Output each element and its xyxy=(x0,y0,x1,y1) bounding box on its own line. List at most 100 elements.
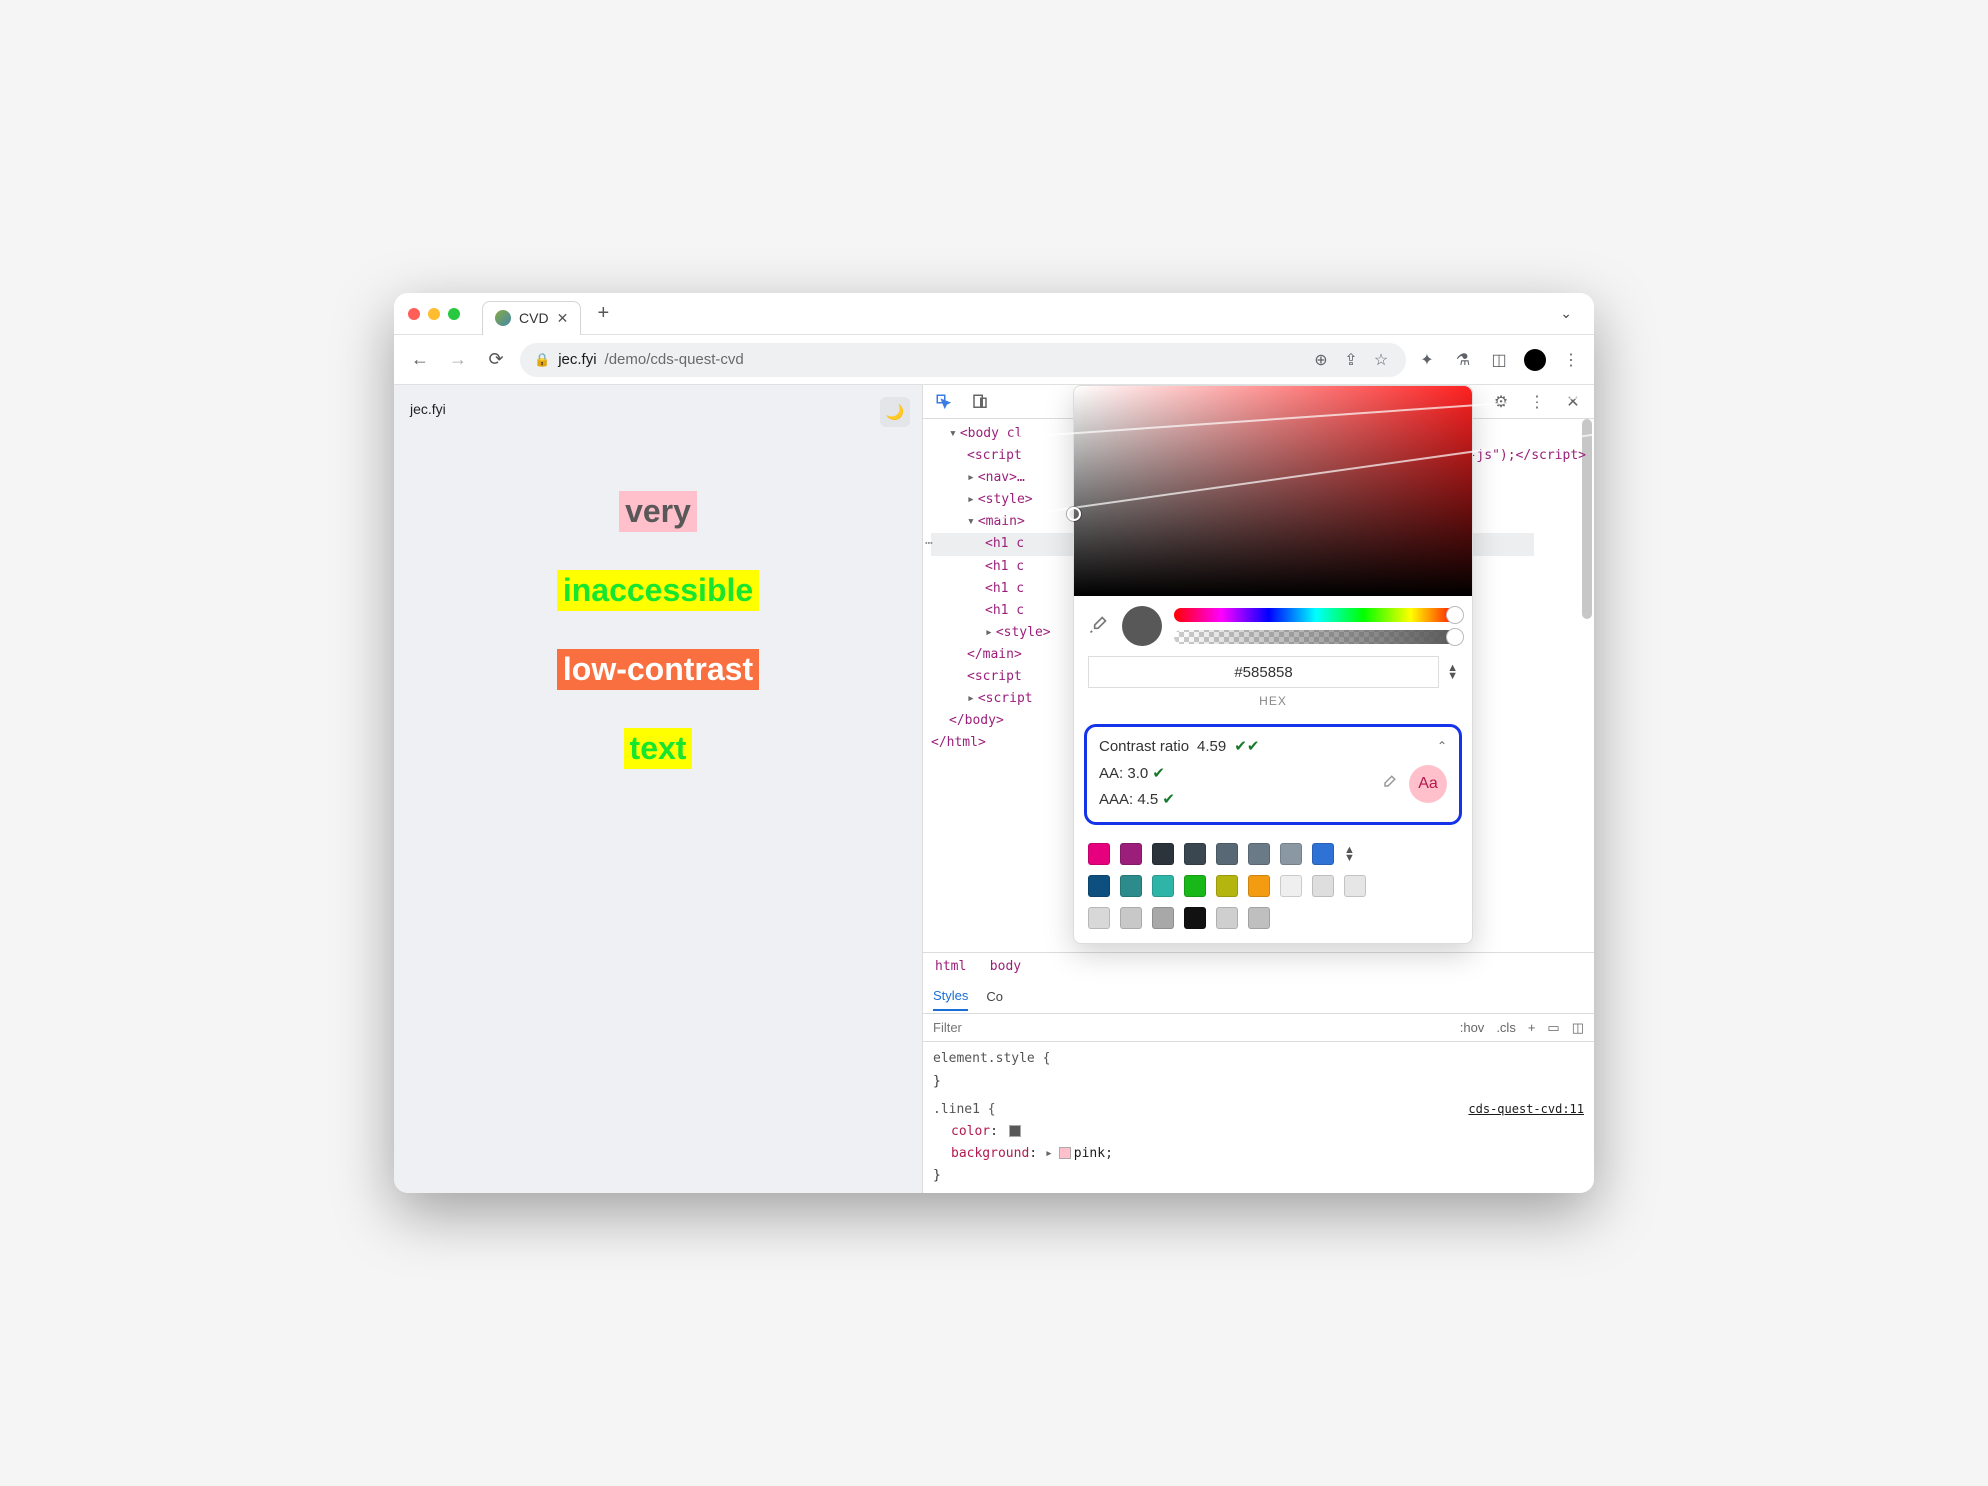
aaa-label: AAA: xyxy=(1099,791,1133,808)
palette-swatch[interactable] xyxy=(1120,843,1142,865)
contrast-section: Contrast ratio 4.59 ✔✔ ⌃ AA: 3.0 ✔ AAA: xyxy=(1084,724,1462,825)
reload-button[interactable]: ⟳ xyxy=(482,346,510,374)
bookmark-icon[interactable]: ☆ xyxy=(1370,349,1392,371)
palette-swatch[interactable] xyxy=(1152,875,1174,897)
color-cursor[interactable] xyxy=(1067,507,1081,521)
breadcrumb[interactable]: html body xyxy=(923,952,1594,980)
page-content: very inaccessible low-contrast text xyxy=(406,491,910,769)
palette-swatch[interactable] xyxy=(1248,875,1270,897)
el-h1-2[interactable]: <h1 c xyxy=(985,559,1024,574)
el-nav[interactable]: <nav>… xyxy=(978,470,1025,485)
close-devtools-icon[interactable]: ✕ xyxy=(1562,391,1584,413)
format-stepper-icon[interactable]: ▲▼ xyxy=(1447,664,1458,680)
palette-swatch[interactable] xyxy=(1216,843,1238,865)
share-icon[interactable]: ⇪ xyxy=(1340,349,1362,371)
alpha-knob[interactable] xyxy=(1446,628,1464,646)
address-bar[interactable]: 🔒 jec.fyi/demo/cds-quest-cvd ⊕ ⇪ ☆ xyxy=(520,343,1406,377)
hex-label: HEX xyxy=(1074,694,1472,716)
el-style2[interactable]: <style> xyxy=(996,625,1051,640)
bg-swatch-icon[interactable] xyxy=(1059,1147,1071,1159)
back-button[interactable]: ← xyxy=(406,346,434,374)
palette-swatch[interactable] xyxy=(1152,843,1174,865)
palette-swatch[interactable] xyxy=(1184,843,1206,865)
close-tab-icon[interactable]: ✕ xyxy=(557,310,569,327)
el-style[interactable]: <style> xyxy=(978,492,1033,507)
crumb-body[interactable]: body xyxy=(990,959,1021,974)
new-tab-button[interactable]: + xyxy=(589,300,617,328)
el-script2[interactable]: <script xyxy=(967,669,1022,684)
palette-swatch[interactable] xyxy=(1216,875,1238,897)
palette-swatch[interactable] xyxy=(1120,907,1142,929)
palette-swatch[interactable] xyxy=(1312,843,1334,865)
tabs-overflow-icon[interactable]: ⌄ xyxy=(1552,305,1580,322)
browser-tab[interactable]: CVD ✕ xyxy=(482,301,581,335)
color-field[interactable] xyxy=(1074,386,1472,596)
minimize-window-button[interactable] xyxy=(428,308,440,320)
palette-swatch[interactable] xyxy=(1280,843,1302,865)
hue-knob[interactable] xyxy=(1446,606,1464,624)
palette-stepper-icon[interactable]: ▲▼ xyxy=(1344,846,1458,862)
el-script3[interactable]: <script xyxy=(978,691,1033,706)
palette-swatch[interactable] xyxy=(1344,875,1366,897)
device-toolbar-icon[interactable] xyxy=(969,391,991,413)
panel-icon[interactable]: ◫ xyxy=(1488,349,1510,371)
el-h1-4[interactable]: <h1 c xyxy=(985,603,1024,618)
palette-swatch[interactable] xyxy=(1248,843,1270,865)
titlebar: CVD ✕ + ⌄ xyxy=(394,293,1594,335)
labs-icon[interactable]: ⚗ xyxy=(1452,349,1474,371)
palette-swatch[interactable] xyxy=(1088,875,1110,897)
palette-swatch[interactable] xyxy=(1216,907,1238,929)
css-rules-panel[interactable]: element.style { } cds-quest-cvd:11 .line… xyxy=(923,1042,1594,1193)
contrast-label: Contrast ratio xyxy=(1099,738,1189,755)
bg-eyedropper-icon[interactable] xyxy=(1379,774,1399,794)
hex-input[interactable]: #585858 xyxy=(1088,656,1439,688)
zoom-icon[interactable]: ⊕ xyxy=(1310,349,1332,371)
demo-line3: low-contrast xyxy=(557,649,759,690)
crumb-html[interactable]: html xyxy=(935,959,966,974)
tab-computed[interactable]: Co xyxy=(986,983,1003,1010)
el-body-close[interactable]: </body> xyxy=(949,713,1004,728)
maximize-window-button[interactable] xyxy=(448,308,460,320)
prop-color[interactable]: color xyxy=(951,1124,990,1139)
collapse-contrast-icon[interactable]: ⌃ xyxy=(1437,739,1447,753)
el-main-close[interactable]: </main> xyxy=(967,647,1022,662)
close-window-button[interactable] xyxy=(408,308,420,320)
alpha-slider[interactable] xyxy=(1174,630,1458,644)
theme-toggle-button[interactable]: 🌙 xyxy=(880,397,910,427)
el-html-close[interactable]: </html> xyxy=(931,735,986,750)
source-link[interactable]: cds-quest-cvd:11 xyxy=(1468,1099,1584,1119)
palette-swatch[interactable] xyxy=(1184,875,1206,897)
el-h1-3[interactable]: <h1 c xyxy=(985,581,1024,596)
toolbar: ← → ⟳ 🔒 jec.fyi/demo/cds-quest-cvd ⊕ ⇪ ☆… xyxy=(394,335,1594,385)
el-h1-1[interactable]: <h1 c xyxy=(985,536,1024,551)
prop-background[interactable]: background xyxy=(951,1146,1029,1161)
el-script1[interactable]: <script xyxy=(967,448,1022,463)
hue-slider[interactable] xyxy=(1174,608,1458,622)
cls-button[interactable]: .cls xyxy=(1496,1020,1516,1035)
hov-button[interactable]: :hov xyxy=(1460,1020,1485,1035)
palette-swatch[interactable] xyxy=(1088,907,1110,929)
palette-swatch[interactable] xyxy=(1280,875,1302,897)
forward-button[interactable]: → xyxy=(444,346,472,374)
profile-avatar[interactable] xyxy=(1524,349,1546,371)
palette-swatch[interactable] xyxy=(1248,907,1270,929)
extensions-icon[interactable]: ✦ xyxy=(1416,349,1438,371)
color-swatch-icon[interactable] xyxy=(1009,1125,1021,1137)
new-rule-icon[interactable]: + xyxy=(1528,1020,1536,1035)
eyedropper-icon[interactable] xyxy=(1088,615,1110,637)
picker-controls xyxy=(1074,596,1472,656)
computed-icon[interactable]: ▭ xyxy=(1547,1020,1559,1036)
bg-value[interactable]: pink xyxy=(1074,1146,1105,1161)
sidebar-toggle-icon[interactable]: ◫ xyxy=(1572,1020,1584,1036)
palette-swatch[interactable] xyxy=(1088,843,1110,865)
tab-styles[interactable]: Styles xyxy=(933,982,968,1011)
palette-swatch[interactable] xyxy=(1184,907,1206,929)
palette-swatch[interactable] xyxy=(1312,875,1334,897)
el-body[interactable]: <body cl xyxy=(960,426,1023,441)
styles-filter-input[interactable] xyxy=(923,1014,1450,1041)
palette-swatch[interactable] xyxy=(1152,907,1174,929)
inspect-element-icon[interactable] xyxy=(933,391,955,413)
palette-swatch[interactable] xyxy=(1120,875,1142,897)
menu-icon[interactable]: ⋮ xyxy=(1560,349,1582,371)
el-script1-tail: o-js");</script> xyxy=(1461,445,1586,467)
